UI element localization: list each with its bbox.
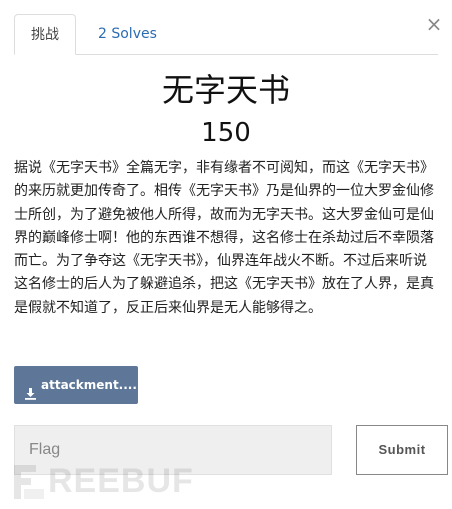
tab-challenge[interactable]: 挑战 — [14, 14, 76, 55]
challenge-title: 无字天书 — [161, 71, 290, 109]
challenge-description: 据说《无字天书》全篇无字，非有缘者不可阅知，而这《无字天书》的来历就更加传奇了。… — [14, 160, 434, 316]
submit-label: Submit — [378, 442, 426, 457]
tab-challenge-label: 挑战 — [31, 27, 59, 43]
tab-solves[interactable]: 2 Solves — [82, 14, 173, 54]
submit-button[interactable]: Submit — [356, 425, 448, 475]
attachment-label: attackment.... — [41, 378, 137, 392]
challenge-tabs: 挑战 2 Solves — [14, 14, 438, 55]
challenge-points: 150 — [201, 118, 251, 148]
flag-input[interactable] — [14, 425, 332, 475]
attachment-download-button[interactable]: attackment.... — [14, 366, 138, 404]
download-icon — [24, 377, 37, 400]
tab-solves-label: 2 Solves — [98, 26, 157, 42]
close-icon-glyph: × — [425, 12, 443, 36]
close-icon[interactable]: × — [424, 12, 444, 36]
